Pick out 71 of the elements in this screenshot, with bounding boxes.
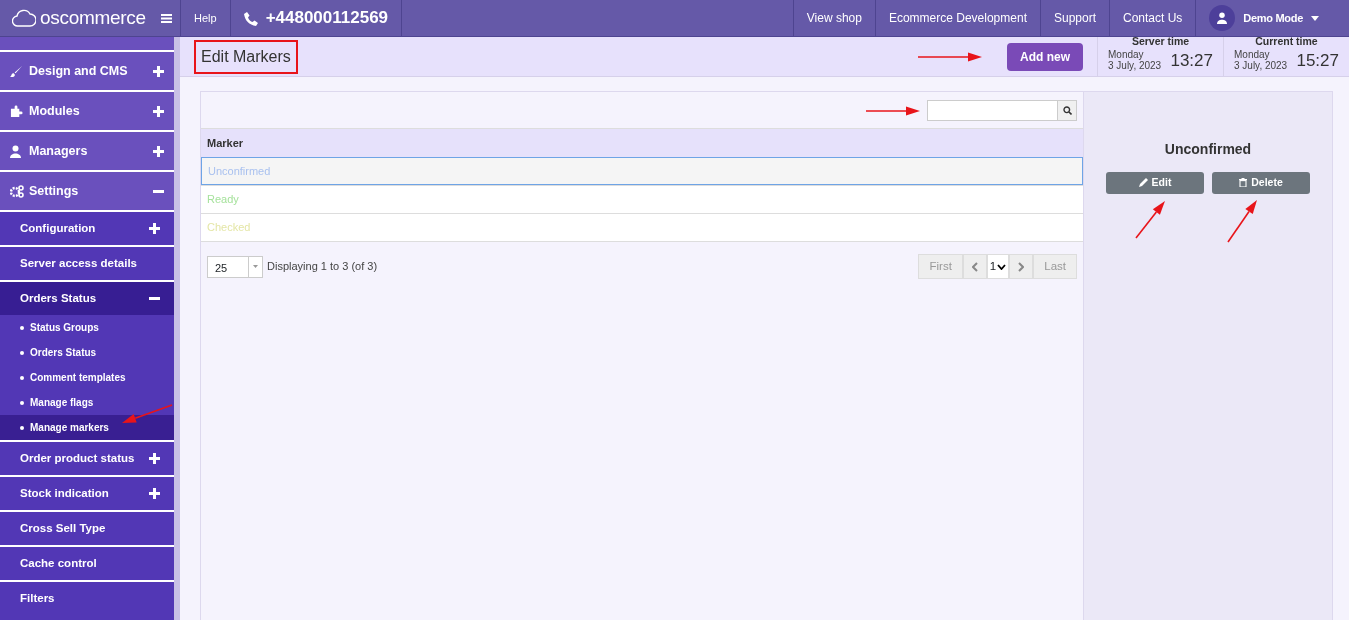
chevron-right-icon bbox=[1018, 261, 1025, 272]
nav-link[interactable]: Support bbox=[1053, 9, 1096, 27]
add-new-button[interactable]: Add new bbox=[1007, 42, 1083, 71]
submenu-link[interactable]: Status Groups bbox=[0, 315, 174, 340]
user-name[interactable]: Demo Mode bbox=[1243, 9, 1303, 27]
column-header[interactable]: Marker bbox=[207, 134, 244, 152]
nav-link[interactable]: View shop bbox=[806, 9, 862, 27]
previous-page-button[interactable] bbox=[962, 254, 987, 280]
plus-icon[interactable] bbox=[153, 105, 164, 117]
chevron-left-icon bbox=[971, 261, 978, 272]
caret-icon bbox=[253, 265, 258, 269]
submenu-link[interactable]: Manage markers bbox=[0, 415, 174, 440]
menu-item-label[interactable]: Managers bbox=[29, 141, 88, 161]
menu-icon[interactable] bbox=[161, 14, 172, 24]
plus-icon[interactable] bbox=[149, 223, 160, 234]
plus-icon[interactable] bbox=[153, 145, 164, 157]
help-link[interactable]: Help bbox=[194, 9, 217, 27]
submenu-link[interactable]: Comment templates bbox=[0, 365, 174, 390]
plus-icon[interactable] bbox=[149, 453, 160, 464]
search-button[interactable] bbox=[1058, 100, 1077, 121]
time-label: Server time bbox=[1130, 36, 1191, 48]
annotation-arrow bbox=[917, 52, 982, 62]
menu-item-label[interactable]: Modules bbox=[29, 101, 80, 121]
edit-button[interactable]: Edit bbox=[1106, 172, 1204, 194]
trash-icon bbox=[1239, 178, 1248, 188]
nav-link[interactable]: Contact Us bbox=[1123, 9, 1183, 27]
phone-number: +448000112569 bbox=[265, 7, 389, 30]
date-text: 3 July, 2023 bbox=[1234, 60, 1288, 72]
annotation-arrow bbox=[1227, 200, 1257, 243]
date-text: 3 July, 2023 bbox=[1108, 60, 1162, 72]
submenu-item[interactable]: Cache control bbox=[20, 554, 97, 573]
submenu-item[interactable]: Stock indication bbox=[20, 484, 109, 503]
clock-time: 13:27 bbox=[1170, 49, 1213, 72]
delete-button[interactable]: Delete bbox=[1212, 172, 1310, 194]
detail-title: Unconfirmed bbox=[1164, 140, 1252, 159]
phone-icon bbox=[243, 11, 258, 26]
puzzle-icon bbox=[10, 104, 23, 118]
user-icon bbox=[10, 144, 21, 158]
annotation-arrow bbox=[122, 404, 173, 423]
cloud-logo-icon bbox=[12, 7, 36, 29]
next-page-button[interactable] bbox=[1009, 254, 1034, 280]
submenu-item[interactable]: Order product status bbox=[20, 449, 135, 468]
caret-icon[interactable] bbox=[1311, 16, 1319, 22]
time-label: Current time bbox=[1254, 36, 1319, 48]
submenu-item[interactable]: Cross Sell Type bbox=[20, 519, 106, 538]
nav-link[interactable]: Ecommerce Development bbox=[888, 9, 1027, 27]
per-page-select[interactable]: 25 bbox=[207, 255, 263, 278]
plus-icon[interactable] bbox=[153, 65, 164, 77]
avatar-icon[interactable] bbox=[1209, 5, 1236, 31]
annotation-arrow bbox=[1135, 201, 1165, 239]
brush-icon bbox=[10, 64, 23, 78]
submenu-link[interactable]: Manage flags bbox=[0, 390, 174, 415]
chevron-down-icon bbox=[997, 263, 1007, 270]
search-field[interactable] bbox=[927, 100, 1058, 121]
plus-icon[interactable] bbox=[149, 488, 160, 499]
gears-icon bbox=[10, 184, 24, 198]
page-title: Edit Markers bbox=[201, 47, 291, 65]
submenu-item[interactable]: Configuration bbox=[20, 219, 96, 238]
submenu-link[interactable]: Orders Status bbox=[0, 340, 174, 365]
pencil-icon bbox=[1138, 178, 1148, 188]
clock-time: 15:27 bbox=[1296, 49, 1339, 72]
logo-text[interactable]: oscommerce bbox=[40, 3, 146, 33]
weekday-text: Monday bbox=[1108, 48, 1145, 61]
weekday-text: Monday bbox=[1234, 48, 1271, 61]
menu-item-label[interactable]: Settings bbox=[29, 181, 79, 201]
search-icon bbox=[1062, 106, 1072, 115]
submenu-item[interactable]: Server access details bbox=[20, 254, 137, 273]
submenu-item[interactable]: Filters bbox=[20, 589, 55, 608]
page-select[interactable]: 1 bbox=[986, 254, 1010, 280]
annotation-arrow bbox=[865, 106, 920, 116]
pagination-summary: Displaying 1 to 3 (of 3) bbox=[267, 259, 378, 275]
